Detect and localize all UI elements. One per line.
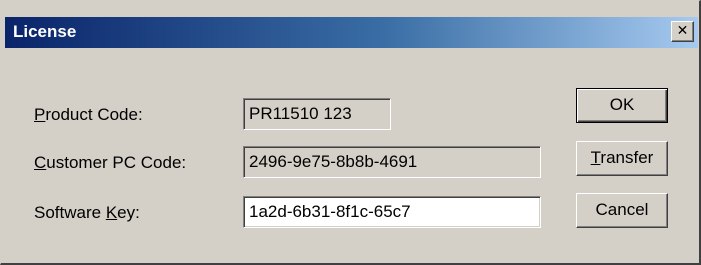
customer-pc-code-label-text: ustomer PC Code: bbox=[46, 153, 187, 172]
software-key-label: Software Key: bbox=[34, 203, 140, 223]
window-title: License bbox=[13, 22, 77, 41]
product-code-label-text: roduct Code: bbox=[45, 105, 143, 124]
close-button[interactable]: ✕ bbox=[671, 21, 694, 42]
software-key-input[interactable]: 1a2d-6b31-8f1c-65c7 bbox=[243, 196, 541, 228]
license-dialog: License ✕ Product Code: PR11510 123 Cust… bbox=[0, 0, 701, 265]
product-code-label: Product Code: bbox=[34, 105, 143, 125]
product-code-field[interactable]: PR11510 123 bbox=[243, 98, 391, 130]
software-key-label-text: ey: bbox=[117, 203, 140, 222]
cancel-button[interactable]: Cancel bbox=[576, 193, 668, 228]
customer-pc-code-accel: C bbox=[34, 153, 47, 172]
customer-pc-code-field[interactable]: 2496-9e75-8b8b-4691 bbox=[243, 146, 541, 178]
product-code-accel: P bbox=[34, 105, 46, 124]
transfer-accel: T bbox=[590, 148, 601, 167]
ok-button[interactable]: OK bbox=[576, 88, 668, 123]
title-bar[interactable]: License ✕ bbox=[5, 17, 698, 48]
transfer-button[interactable]: Transfer bbox=[576, 141, 668, 176]
close-icon: ✕ bbox=[676, 23, 689, 39]
customer-pc-code-label: Customer PC Code: bbox=[34, 153, 186, 173]
software-key-label-pre: Software bbox=[34, 203, 106, 222]
software-key-accel: K bbox=[105, 203, 118, 222]
transfer-label: ransfer bbox=[600, 148, 654, 167]
